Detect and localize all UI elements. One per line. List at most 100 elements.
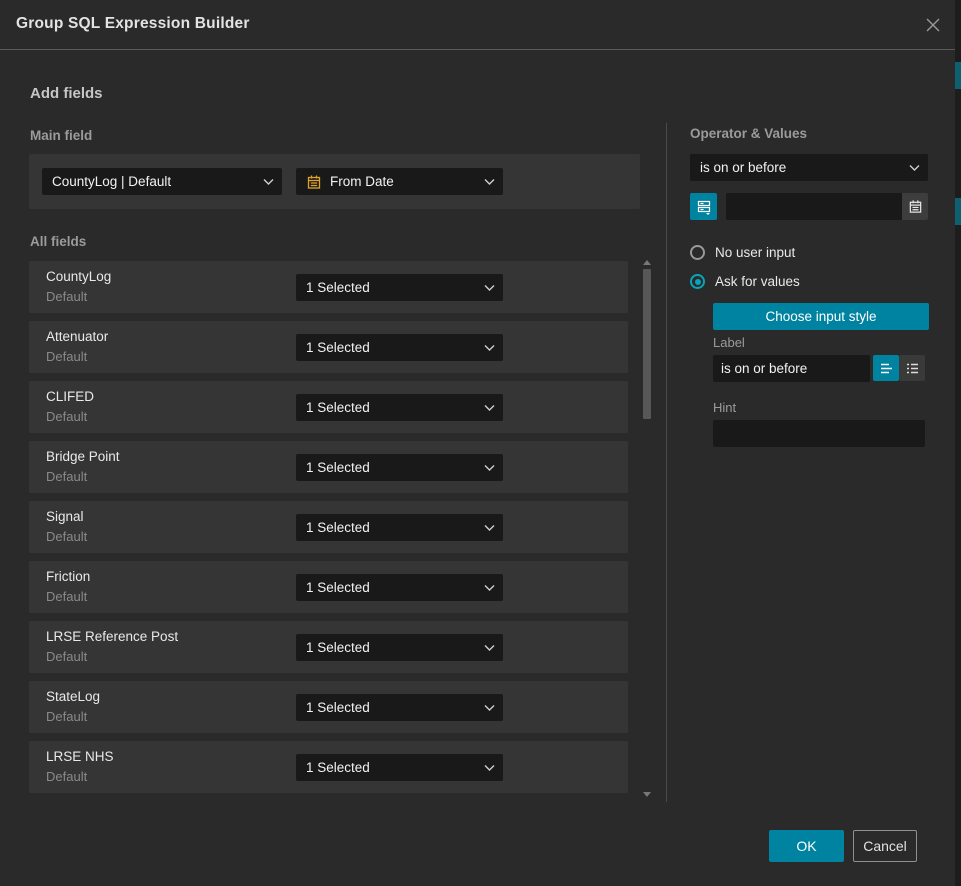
background-page-edge (955, 0, 961, 886)
field-subtitle: Default (46, 469, 87, 484)
operator-select[interactable]: is on or before (690, 154, 928, 181)
field-name: Bridge Point (46, 449, 120, 464)
chevron-down-icon (484, 464, 495, 471)
field-values-select-value: 1 Selected (306, 400, 370, 415)
field-values-select[interactable]: 1 Selected (296, 634, 503, 661)
field-name: Friction (46, 569, 90, 584)
field-name: StateLog (46, 689, 100, 704)
field-subtitle: Default (46, 289, 87, 304)
unique-values-button[interactable] (690, 193, 717, 220)
operator-values-label: Operator & Values (690, 126, 807, 141)
field-subtitle: Default (46, 649, 87, 664)
all-fields-label: All fields (30, 234, 86, 249)
all-fields-list: CountyLog Default 1 Selected Attenuator … (29, 261, 628, 801)
chevron-down-icon (484, 584, 495, 591)
close-button[interactable] (920, 12, 946, 38)
cancel-button[interactable]: Cancel (853, 830, 917, 862)
field-values-select-value: 1 Selected (306, 760, 370, 775)
main-field-label: Main field (30, 128, 92, 143)
field-subtitle: Default (46, 589, 87, 604)
chevron-down-icon (484, 178, 495, 185)
choose-input-style-button[interactable]: Choose input style (713, 303, 929, 330)
chevron-down-icon (484, 404, 495, 411)
input-style-text-button[interactable] (873, 355, 899, 381)
calendar-icon (908, 199, 923, 214)
hint-field-label: Hint (713, 400, 736, 415)
date-value-field (726, 193, 928, 220)
calendar-icon (306, 174, 322, 190)
close-icon (924, 16, 942, 34)
group-sql-expression-builder-dialog: Group SQL Expression Builder Add fields … (0, 0, 961, 886)
field-values-select[interactable]: 1 Selected (296, 754, 503, 781)
field-values-select[interactable]: 1 Selected (296, 274, 503, 301)
field-subtitle: Default (46, 529, 87, 544)
field-name: Attenuator (46, 329, 108, 344)
field-row: Attenuator Default 1 Selected (29, 321, 628, 373)
chevron-down-icon (484, 344, 495, 351)
field-row: Friction Default 1 Selected (29, 561, 628, 613)
input-style-list-button[interactable] (899, 355, 925, 381)
header-divider (0, 49, 955, 50)
chevron-down-icon (909, 164, 920, 171)
add-fields-heading: Add fields (30, 85, 103, 102)
radio-label: Ask for values (715, 274, 800, 289)
field-values-select[interactable]: 1 Selected (296, 574, 503, 601)
radio-circle-icon (690, 274, 705, 289)
field-name: LRSE NHS (46, 749, 114, 764)
operator-select-value: is on or before (700, 160, 786, 175)
chevron-down-icon (484, 764, 495, 771)
chevron-down-icon (484, 644, 495, 651)
field-values-select-value: 1 Selected (306, 580, 370, 595)
field-values-select[interactable]: 1 Selected (296, 394, 503, 421)
field-row: Signal Default 1 Selected (29, 501, 628, 553)
radio-ask-for-values[interactable]: Ask for values (690, 274, 800, 289)
scroll-up-arrow-icon[interactable] (643, 260, 651, 265)
scroll-down-arrow-icon[interactable] (643, 792, 651, 797)
page-edge-accent (955, 62, 961, 89)
radio-no-user-input[interactable]: No user input (690, 245, 795, 260)
field-values-select-value: 1 Selected (306, 280, 370, 295)
main-field-select-value: From Date (330, 174, 394, 189)
field-row: Bridge Point Default 1 Selected (29, 441, 628, 493)
field-values-select-value: 1 Selected (306, 640, 370, 655)
field-row: LRSE Reference Post Default 1 Selected (29, 621, 628, 673)
chevron-down-icon (484, 524, 495, 531)
dialog-titlebar: Group SQL Expression Builder (0, 0, 955, 49)
ok-button[interactable]: OK (769, 830, 844, 862)
main-field-panel: CountyLog | Default From Date (29, 154, 640, 209)
label-field-label: Label (713, 335, 745, 350)
field-values-select[interactable]: 1 Selected (296, 514, 503, 541)
layer-select[interactable]: CountyLog | Default (42, 168, 282, 195)
align-left-icon (879, 361, 894, 376)
main-field-select[interactable]: From Date (296, 168, 503, 195)
field-values-select-value: 1 Selected (306, 700, 370, 715)
list-icon (905, 361, 920, 376)
field-name: LRSE Reference Post (46, 629, 178, 644)
dialog-title: Group SQL Expression Builder (16, 15, 250, 33)
field-subtitle: Default (46, 769, 87, 784)
layer-select-value: CountyLog | Default (52, 174, 171, 189)
chevron-down-icon (263, 178, 274, 185)
field-name: CountyLog (46, 269, 111, 284)
field-row: LRSE NHS Default 1 Selected (29, 741, 628, 793)
field-values-select-value: 1 Selected (306, 520, 370, 535)
field-name: Signal (46, 509, 84, 524)
scrollbar-thumb[interactable] (643, 269, 651, 419)
field-row: StateLog Default 1 Selected (29, 681, 628, 733)
field-values-select-value: 1 Selected (306, 460, 370, 475)
field-values-select[interactable]: 1 Selected (296, 454, 503, 481)
page-edge-accent (955, 198, 961, 225)
field-values-select[interactable]: 1 Selected (296, 334, 503, 361)
label-input[interactable] (713, 355, 870, 382)
date-value-input[interactable] (726, 193, 902, 220)
chevron-down-icon (484, 284, 495, 291)
date-picker-button[interactable] (902, 193, 928, 220)
field-row: CountyLog Default 1 Selected (29, 261, 628, 313)
field-name: CLIFED (46, 389, 94, 404)
field-row: CLIFED Default 1 Selected (29, 381, 628, 433)
unique-values-icon (696, 199, 712, 215)
field-values-select[interactable]: 1 Selected (296, 694, 503, 721)
hint-input[interactable] (713, 420, 925, 447)
panel-divider (666, 123, 667, 802)
list-scrollbar[interactable] (643, 256, 651, 801)
